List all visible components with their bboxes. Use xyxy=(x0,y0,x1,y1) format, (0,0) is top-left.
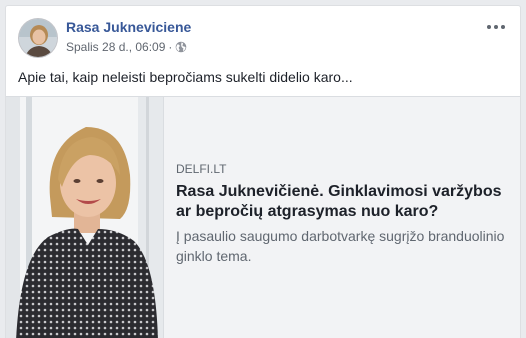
post-author-name[interactable]: Rasa Jukneviciene xyxy=(66,19,191,35)
more-options-icon[interactable] xyxy=(484,21,508,33)
post-timestamp[interactable]: Spalis 28 d., 06:09 xyxy=(66,40,165,54)
meta-separator: · xyxy=(168,40,173,54)
post-message: Apie tai, kaip neleisti bepročiams sukel… xyxy=(18,69,353,85)
link-description: Į pasaulio saugumo darbotvarkę sugrįžo b… xyxy=(176,226,508,266)
link-headline[interactable]: Rasa Juknevičienė. Ginklavimosi varžybos… xyxy=(176,182,508,222)
feed-post: Rasa Jukneviciene Spalis 28 d., 06:09 · … xyxy=(5,5,521,338)
author-avatar[interactable] xyxy=(18,18,58,58)
link-headline-line2: ar bepročių atgrasymas nuo karo? xyxy=(176,203,439,220)
link-thumbnail[interactable] xyxy=(6,97,164,338)
link-description-line1: Į pasaulio saugumo darbotvarkę sugrįžo b… xyxy=(176,228,505,244)
more-dot xyxy=(501,25,505,29)
link-card-body: DELFI.LT Rasa Juknevičienė. Ginklavimosi… xyxy=(176,161,508,266)
globe-icon[interactable] xyxy=(175,41,187,53)
link-preview-card[interactable]: DELFI.LT Rasa Juknevičienė. Ginklavimosi… xyxy=(6,96,520,338)
post-meta: Spalis 28 d., 06:09 · xyxy=(66,40,187,54)
link-headline-line1: Rasa Juknevičienė. Ginklavimosi varžybos xyxy=(176,183,502,200)
more-dot xyxy=(494,25,498,29)
post-header: Rasa Jukneviciene Spalis 28 d., 06:09 · xyxy=(18,18,508,60)
link-domain: DELFI.LT xyxy=(176,162,227,176)
link-description-line2: ginklo tema. xyxy=(176,248,252,264)
more-dot xyxy=(487,25,491,29)
